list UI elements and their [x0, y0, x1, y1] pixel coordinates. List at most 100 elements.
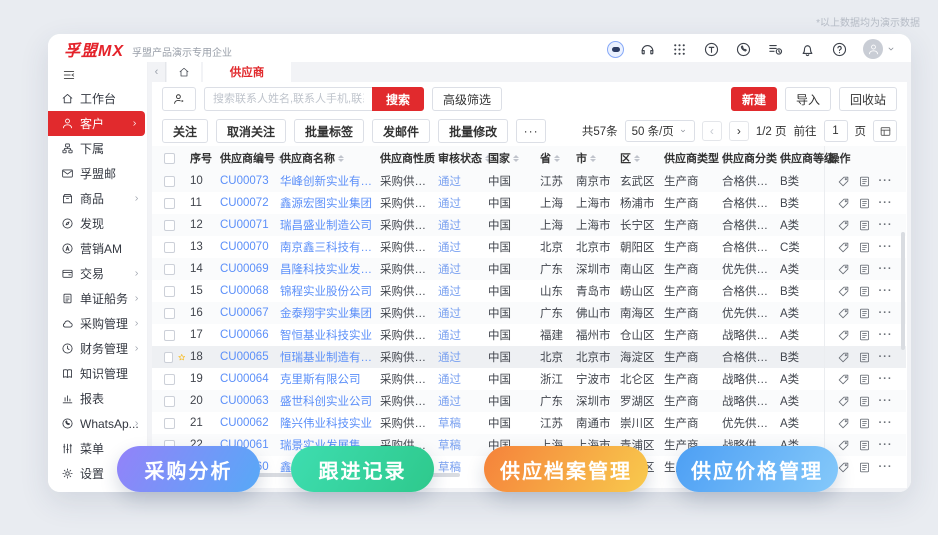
detail-icon[interactable]: [858, 439, 871, 452]
tab-home[interactable]: [167, 62, 201, 82]
tag-icon[interactable]: [837, 351, 850, 364]
detail-icon[interactable]: [858, 241, 871, 254]
column-header-nature[interactable]: 供应商性质: [376, 146, 444, 170]
cell-name[interactable]: 金泰翔宇实业集团: [276, 302, 376, 324]
contact-filter-button[interactable]: [162, 87, 196, 111]
detail-icon[interactable]: [858, 329, 871, 342]
tag-icon[interactable]: [837, 307, 850, 320]
user-avatar-menu[interactable]: [863, 39, 897, 59]
row-more-icon[interactable]: ···: [879, 263, 893, 275]
row-checkbox[interactable]: [164, 307, 175, 319]
tag-icon[interactable]: [837, 285, 850, 298]
row-checkbox[interactable]: [164, 219, 175, 231]
tag-icon[interactable]: [837, 439, 850, 452]
detail-icon[interactable]: [858, 395, 871, 408]
row-checkbox[interactable]: [164, 263, 175, 275]
tab-back-chevron-icon[interactable]: ‹: [148, 62, 166, 82]
detail-icon[interactable]: [858, 351, 871, 364]
column-header-code[interactable]: 供应商编号: [216, 146, 284, 170]
tag-icon[interactable]: [837, 219, 850, 232]
row-checkbox[interactable]: [164, 351, 173, 363]
row-more-icon[interactable]: ···: [879, 329, 893, 341]
new-button[interactable]: 新建: [730, 87, 777, 111]
sidebar-item-discover[interactable]: 发现: [48, 211, 147, 236]
detail-icon[interactable]: [858, 373, 871, 386]
cell-code[interactable]: CU00067: [216, 302, 276, 324]
send-mail-button[interactable]: 发邮件: [372, 119, 431, 143]
more-actions-button[interactable]: ···: [516, 119, 547, 143]
row-checkbox[interactable]: [164, 329, 175, 341]
tag-icon[interactable]: [837, 395, 850, 408]
goto-page-input[interactable]: [823, 120, 848, 142]
cell-name[interactable]: 智恒基业科技实业: [276, 324, 376, 346]
row-more-icon[interactable]: ···: [879, 351, 893, 363]
detail-icon[interactable]: [858, 461, 871, 474]
sidebar-item-report[interactable]: 报表: [48, 386, 147, 411]
translate-icon[interactable]: [703, 41, 720, 58]
row-more-icon[interactable]: ···: [879, 175, 893, 187]
detail-icon[interactable]: [858, 219, 871, 232]
sidebar-item-workbench[interactable]: 工作台: [48, 86, 147, 111]
sidebar-item-trade[interactable]: 交易: [48, 261, 147, 286]
sort-icon[interactable]: [590, 154, 596, 162]
detail-icon[interactable]: [858, 417, 871, 430]
unfollow-button[interactable]: 取消关注: [216, 119, 287, 143]
cell-name[interactable]: 锦程实业股份公司: [276, 280, 376, 302]
tag-icon[interactable]: [837, 373, 850, 386]
recycle-bin-button[interactable]: 回收站: [838, 87, 897, 111]
detail-icon[interactable]: [858, 307, 871, 320]
tag-icon[interactable]: [837, 197, 850, 210]
column-header-type[interactable]: 供应商类型: [660, 146, 728, 170]
help-icon[interactable]: [831, 41, 848, 58]
column-header-district[interactable]: 区: [616, 146, 660, 170]
pill-purchase-analysis[interactable]: 采购分析: [117, 446, 260, 492]
cell-name[interactable]: 隆兴伟业科技实业: [276, 412, 376, 434]
column-header-category[interactable]: 供应商分类: [718, 146, 786, 170]
next-page-button[interactable]: ›: [728, 121, 749, 141]
row-checkbox[interactable]: [164, 285, 175, 297]
detail-icon[interactable]: [858, 285, 871, 298]
advanced-filter-button[interactable]: 高级筛选: [432, 87, 503, 111]
cell-code[interactable]: CU00068: [216, 280, 276, 302]
sidebar-item-purchase-mgmt[interactable]: 采购管理: [48, 311, 147, 336]
sidebar-item-marketing-am[interactable]: 营销AM: [48, 236, 147, 261]
cell-name[interactable]: 昌隆科技实业发展...: [276, 258, 376, 280]
row-checkbox[interactable]: [164, 395, 175, 407]
column-header-city[interactable]: 市: [572, 146, 616, 170]
cell-code[interactable]: CU00065: [216, 346, 276, 368]
import-button[interactable]: 导入: [784, 87, 831, 111]
column-header-name[interactable]: 供应商名称: [276, 146, 376, 170]
cell-code[interactable]: CU00070: [216, 236, 276, 258]
sidebar-collapse-icon[interactable]: [48, 64, 147, 86]
row-checkbox[interactable]: [164, 373, 175, 385]
sidebar-item-finance-mgmt[interactable]: 财务管理: [48, 336, 147, 361]
cell-code[interactable]: CU00066: [216, 324, 276, 346]
cell-code[interactable]: CU00072: [216, 192, 276, 214]
sidebar-item-customer[interactable]: 客户: [48, 111, 145, 136]
cell-name[interactable]: 华峰创新实业有限...: [276, 170, 376, 192]
cell-name[interactable]: 南京鑫三科技有限...: [276, 236, 376, 258]
cell-name[interactable]: 恒瑞基业制造有限...: [276, 346, 376, 368]
cell-code[interactable]: CU00063: [216, 390, 276, 412]
cell-code[interactable]: CU00069: [216, 258, 276, 280]
pill-supply-price-management[interactable]: 供应价格管理: [676, 446, 838, 492]
sidebar-item-product[interactable]: 商品: [48, 186, 147, 211]
assistant-icon[interactable]: [607, 40, 624, 58]
cell-name[interactable]: 盛世科创实业公司: [276, 390, 376, 412]
row-more-icon[interactable]: ···: [879, 417, 893, 429]
tag-icon[interactable]: [837, 329, 850, 342]
row-checkbox[interactable]: [164, 241, 175, 253]
batch-edit-button[interactable]: 批量修改: [438, 119, 509, 143]
table-settings-button[interactable]: [873, 120, 897, 142]
row-checkbox[interactable]: [164, 417, 175, 429]
tag-icon[interactable]: [837, 417, 850, 430]
tag-icon[interactable]: [837, 175, 850, 188]
row-more-icon[interactable]: ···: [879, 241, 893, 253]
cell-name[interactable]: 鑫源宏图实业集团: [276, 192, 376, 214]
search-input[interactable]: [204, 87, 372, 111]
tag-icon[interactable]: [837, 263, 850, 276]
row-more-icon[interactable]: ···: [879, 219, 893, 231]
pill-supply-archive-management[interactable]: 供应档案管理: [484, 446, 648, 492]
select-all-checkbox[interactable]: [164, 152, 175, 164]
row-checkbox[interactable]: [164, 197, 175, 209]
